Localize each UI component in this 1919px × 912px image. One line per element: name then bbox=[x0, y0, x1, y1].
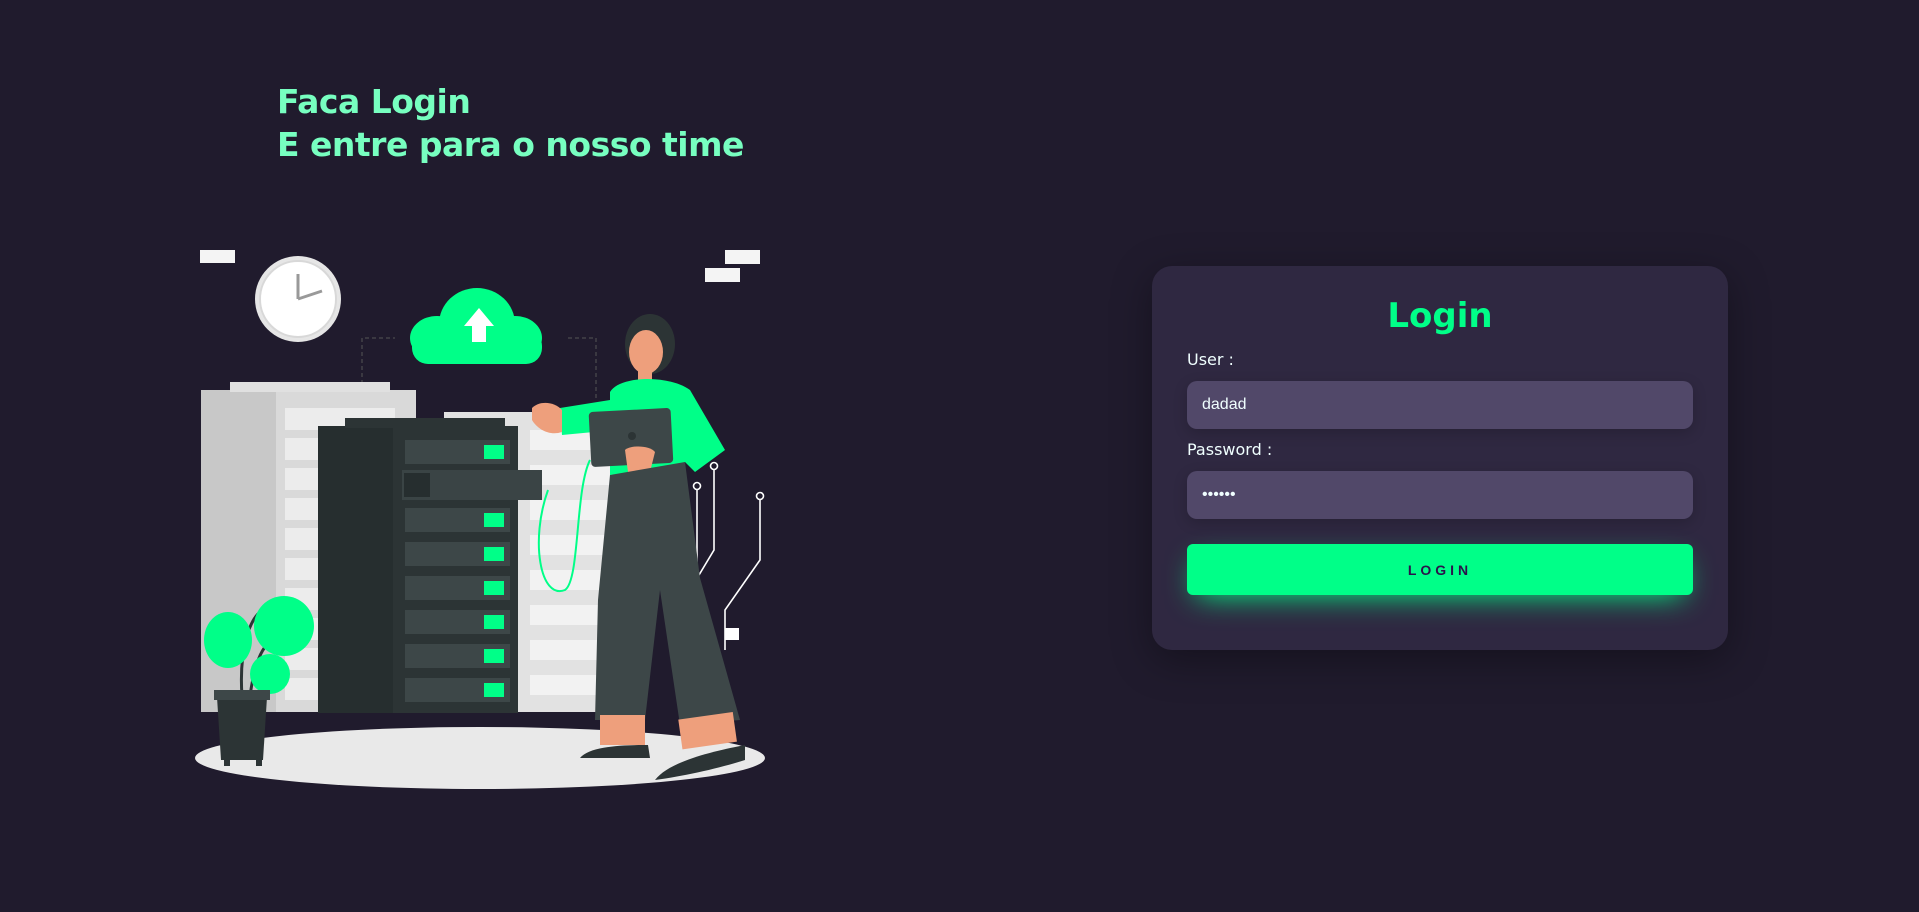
cloud-upload-icon bbox=[410, 288, 542, 364]
user-label: User : bbox=[1187, 350, 1234, 369]
login-page: Faca Login E entre para o nosso time Log… bbox=[0, 0, 1919, 912]
login-card: Login User : Password : LOGIN bbox=[1152, 266, 1728, 650]
headline-line-2: E entre para o nosso time bbox=[277, 125, 744, 164]
clock-icon bbox=[255, 256, 341, 342]
password-input[interactable] bbox=[1187, 471, 1693, 519]
server-room-illustration bbox=[195, 250, 765, 789]
login-title: Login bbox=[1387, 296, 1493, 336]
user-input[interactable] bbox=[1187, 381, 1693, 429]
password-label: Password : bbox=[1187, 440, 1273, 459]
login-button[interactable]: LOGIN bbox=[1187, 544, 1693, 595]
page-headline: Faca Login E entre para o nosso time bbox=[277, 80, 744, 166]
headline-line-1: Faca Login bbox=[277, 82, 471, 121]
